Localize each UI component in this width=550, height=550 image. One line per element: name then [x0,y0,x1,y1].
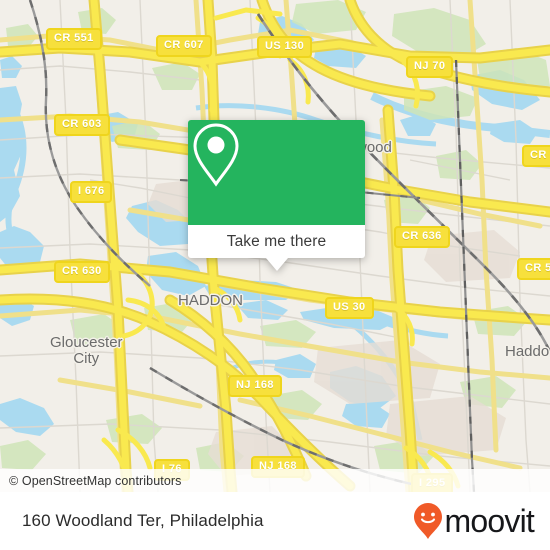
road-shield: CR 551 [46,28,102,50]
take-me-there-callout[interactable]: Take me there [188,120,365,271]
place-label: Gloucester City [50,334,123,368]
map-pin-icon [193,123,239,187]
road-shield: CR 607 [156,35,212,57]
address-text: 160 Woodland Ter, Philadelphia [22,511,264,530]
callout-pointer-tail [265,258,288,271]
moovit-logo[interactable]: moovit [413,502,535,540]
road-shield: CR 603 [54,114,110,136]
place-label-line: Haddo [505,343,550,360]
place-label-line: City [73,350,100,368]
osm-attribution-text: © OpenStreetMap contributors [9,473,182,488]
callout-action-area[interactable]: Take me there [188,225,365,271]
road-shield: CR 56 [517,258,550,280]
osm-attribution-bar: © OpenStreetMap contributors [0,469,550,492]
callout-icon-area [188,120,365,225]
moovit-map-screenshot: CR 551 CR 607 US 130 NJ 70 CR 603 CR 6 I 676 CR… [0,0,550,550]
road-shield: US 30 [325,297,374,319]
road-shield: NJ 168 [228,375,282,397]
road-shield: US 130 [257,36,313,58]
map-canvas[interactable]: CR 551 CR 607 US 130 NJ 70 CR 603 CR 6 I 676 CR… [0,0,550,492]
place-label: Haddo [505,344,549,360]
place-label-line: HADDON [178,292,244,309]
road-shield: CR 636 [394,226,450,248]
moovit-wordmark: moovit [444,503,535,539]
take-me-there-label: Take me there [226,232,327,250]
road-shield: NJ 70 [406,56,454,78]
road-shield: CR 630 [54,261,110,283]
moovit-pin-smile-icon [413,503,442,539]
place-label: HADDON [178,293,243,309]
footer-bar: 160 Woodland Ter, Philadelphia moovit [0,492,550,550]
road-shield: CR 6 [522,145,550,167]
road-shield: I 676 [70,181,113,203]
footer-content: 160 Woodland Ter, Philadelphia moovit [0,492,550,550]
place-label-line: Gloucester [50,334,123,351]
